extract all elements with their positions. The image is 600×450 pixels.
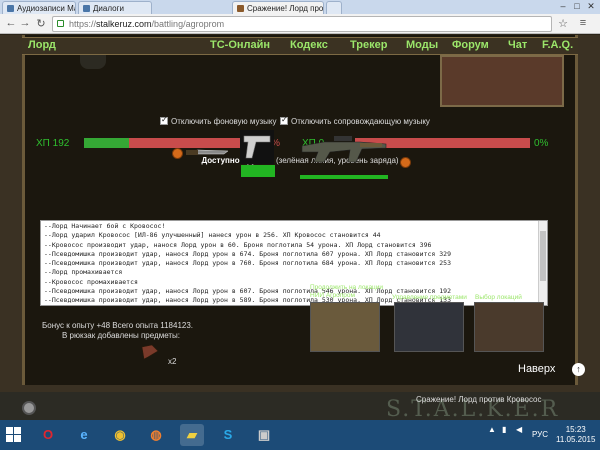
enemy-portrait	[440, 55, 564, 107]
option-label: Отключить сопровождающую музыку	[291, 117, 430, 126]
windows-start-icon[interactable]	[6, 427, 22, 443]
bonus-loot: В рюкзак добавлены предметы:	[62, 331, 181, 340]
clock-time: 15:23	[565, 425, 586, 434]
url-path: /battling/agroprom	[151, 19, 225, 29]
option-label: Отключить фоновую музыку	[171, 117, 277, 126]
choose-location-link[interactable]: Выбор локаций	[475, 294, 555, 302]
option-bg-music[interactable]: Отключить фоновую музыку	[160, 115, 277, 126]
checkbox-icon[interactable]	[280, 115, 288, 125]
log-line: --Кровосос производит удар, нанося Лорд …	[44, 240, 432, 249]
url-input[interactable]: https://stalkeruz.com/battling/agroprom	[52, 16, 552, 32]
player-hp-label: ХП 192	[36, 138, 70, 149]
tab-audio[interactable]: Аудиозаписи Макса Хи...	[2, 1, 76, 14]
tab-label: Аудиозаписи Макса Хи...	[17, 4, 75, 13]
reload-icon[interactable]: ↻	[34, 17, 48, 30]
radiation-icon	[172, 148, 183, 159]
manage-items-thumbnail[interactable]	[394, 302, 464, 352]
tab-label: Сражение! Лорд против...	[247, 4, 324, 13]
footer-title: Сражение! Лорд против Кровосос	[416, 395, 542, 404]
network-icon[interactable]: ▮	[502, 425, 506, 434]
windows-taskbar: O e ◉ ◍ ▰ S ▣ ▲ ▮ ◀ РУС 15:23 11.05.2015	[0, 420, 600, 450]
clock[interactable]: 15:23 11.05.2015	[556, 425, 595, 445]
maximize-icon[interactable]: □	[570, 1, 584, 11]
paint-icon[interactable]: ▰	[180, 424, 204, 446]
tray-arrow-icon[interactable]: ▲	[488, 425, 496, 434]
knife-icon[interactable]	[184, 145, 230, 159]
vk-icon	[83, 5, 90, 12]
tab-dialogs[interactable]: Диалоги	[78, 1, 152, 14]
main-menu: Лорд ТС-Онлайн Кодекс Трекер Моды Форум …	[22, 37, 578, 55]
close-icon[interactable]: ✕	[584, 1, 598, 12]
header-ornament	[80, 55, 106, 69]
tab-label: Диалоги	[93, 4, 124, 13]
menu-icon[interactable]: ≡	[576, 17, 590, 29]
continue-location-thumbnail[interactable]	[310, 302, 380, 352]
firefox-icon[interactable]: ◍	[144, 424, 168, 446]
world-of-tanks-icon[interactable]: ▣	[252, 424, 276, 446]
menu-faq[interactable]: F.A.Q.	[542, 39, 573, 51]
log-line: --Лорд Начинает бой с Кровосос!	[44, 222, 166, 230]
loot-item-icon[interactable]	[140, 343, 164, 361]
pistol-charge-bar	[241, 165, 275, 177]
scroll-to-top-link[interactable]: Наверх	[518, 363, 555, 375]
url-scheme: https://	[69, 19, 97, 29]
clock-date: 11.05.2015	[556, 435, 596, 444]
menu-mods[interactable]: Моды	[406, 39, 438, 51]
log-line: --Лорд ударил Кровосос [ИЛ-86 улучшенный…	[44, 231, 381, 240]
skype-icon[interactable]: S	[216, 424, 240, 446]
menu-chat[interactable]: Чат	[508, 39, 527, 51]
site-favicon-icon	[237, 5, 244, 12]
rifle-icon[interactable]	[300, 130, 390, 168]
option-sfx-music[interactable]: Отключить сопровождающую музыку	[280, 115, 430, 126]
tab-battle[interactable]: Сражение! Лорд против...	[232, 1, 324, 14]
manage-items-link[interactable]: Управление предметами	[392, 294, 472, 302]
forward-icon[interactable]: →	[18, 17, 32, 29]
menu-codex[interactable]: Кодекс	[290, 39, 328, 51]
game-page: Лорд ТС-Онлайн Кодекс Трекер Моды Форум …	[0, 35, 600, 420]
minimize-icon[interactable]: –	[556, 1, 570, 11]
menu-ts-online[interactable]: ТС-Онлайн	[210, 39, 270, 51]
vk-icon	[7, 5, 14, 12]
menu-tracker[interactable]: Трекер	[350, 39, 387, 51]
player-hp-fill	[84, 138, 129, 148]
pistol-icon[interactable]	[240, 130, 274, 164]
bonus-info: Бонус к опыту +48 Всего опыта 1184123. В…	[42, 321, 193, 341]
url-host: stalkeruz.com	[96, 19, 152, 29]
opera-icon[interactable]: O	[36, 424, 60, 446]
address-bar-row: ← → ↻ https://stalkeruz.com/battling/agr…	[0, 14, 600, 34]
continue-location-link[interactable]: Продолжить на локации НИИ Агропром	[310, 284, 390, 300]
choose-location-thumbnail[interactable]	[474, 302, 544, 352]
lock-icon	[57, 20, 64, 27]
checkbox-icon[interactable]	[160, 115, 168, 125]
back-icon[interactable]: ←	[4, 17, 18, 29]
browser-tabstrip: Аудиозаписи Макса Хи... Диалоги Сражение…	[0, 0, 600, 14]
scrollbar-thumb[interactable]	[540, 231, 546, 281]
log-line: --Кровосос промахивается	[44, 277, 138, 286]
menu-lord[interactable]: Лорд	[28, 39, 56, 51]
new-tab-button[interactable]	[326, 1, 342, 14]
ie-icon[interactable]: e	[72, 424, 96, 446]
log-scrollbar[interactable]	[538, 221, 547, 305]
rifle-charge-bar	[300, 175, 388, 179]
menu-forum[interactable]: Форум	[452, 39, 489, 51]
log-line: --Псевдомишка производит удар, нанося Ло…	[44, 259, 451, 268]
sound-toggle-icon[interactable]	[22, 401, 36, 415]
log-line: --Лорд промахивается	[44, 268, 123, 277]
loot-count: x2	[168, 357, 177, 366]
log-line: --Псевдомишка производит удар, нанося Ло…	[44, 249, 451, 258]
bonus-exp: Бонус к опыту +48 Всего опыта 1184123.	[42, 321, 194, 330]
arrow-up-icon[interactable]: ↑	[572, 363, 585, 376]
radiation-icon	[400, 157, 411, 168]
enemy-hp-percent: 0%	[534, 138, 549, 149]
volume-icon[interactable]: ◀	[516, 425, 522, 434]
star-icon[interactable]: ☆	[556, 17, 570, 30]
keyboard-layout[interactable]: РУС	[532, 430, 548, 439]
chrome-icon[interactable]: ◉	[108, 424, 132, 446]
